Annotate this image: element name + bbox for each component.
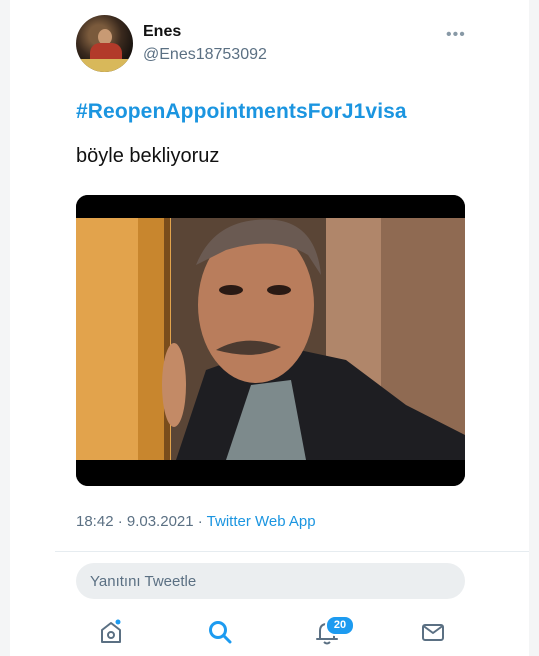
tweet-text: böyle bekliyoruz	[76, 145, 220, 167]
divider	[55, 551, 529, 552]
avatar-table	[76, 59, 133, 72]
more-dots-icon[interactable]: •••	[446, 26, 466, 44]
search-icon[interactable]	[205, 617, 235, 647]
messages-envelope-icon[interactable]	[418, 617, 448, 647]
source-link[interactable]: Twitter Web App	[207, 513, 316, 530]
media-illustration	[76, 195, 465, 486]
tweet-timestamp: 18:42 · 9.03.2021 · Twitter Web App	[76, 513, 316, 530]
tweet-media-image[interactable]	[76, 195, 465, 486]
notifications-badge: 20	[325, 615, 355, 636]
reply-input[interactable]: Yanıtını Tweetle	[76, 563, 465, 599]
tweet-detail-screen: Enes @Enes18753092 ••• #ReopenAppointmen…	[10, 0, 529, 656]
home-icon[interactable]	[96, 617, 126, 647]
author-name[interactable]: Enes	[143, 23, 181, 41]
avatar[interactable]	[76, 15, 133, 72]
timestamp-text: 18:42 · 9.03.2021 ·	[76, 513, 207, 530]
author-handle[interactable]: @Enes18753092	[143, 46, 267, 64]
reply-placeholder: Yanıtını Tweetle	[90, 573, 197, 590]
hashtag-link[interactable]: #ReopenAppointmentsForJ1visa	[76, 100, 407, 124]
